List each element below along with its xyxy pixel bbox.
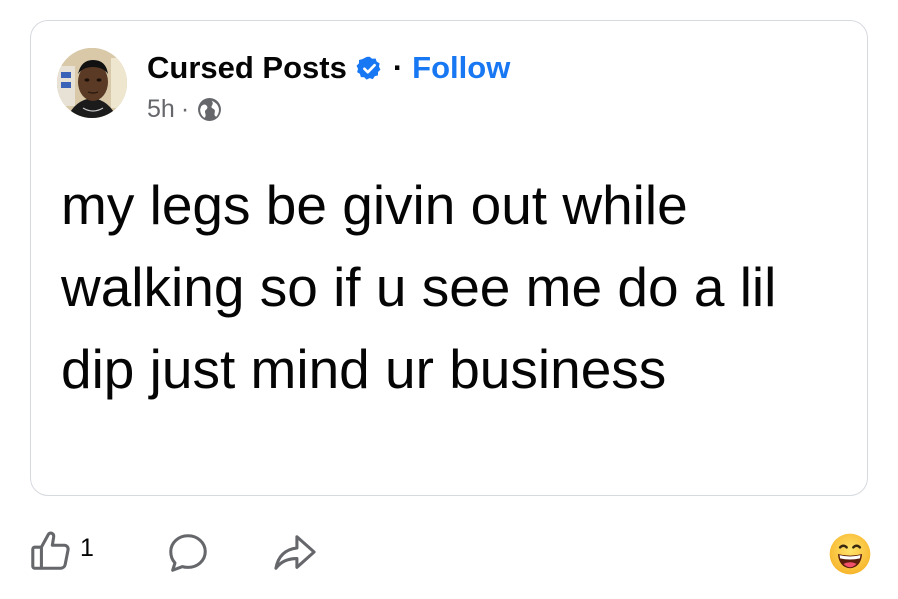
- post-text: my legs be givin out while walking so if…: [61, 174, 777, 400]
- timestamp[interactable]: 5h: [147, 95, 175, 124]
- verified-badge-icon: [356, 56, 381, 80]
- globe-icon[interactable]: [197, 97, 222, 122]
- comment-icon[interactable]: [165, 530, 211, 576]
- like-button[interactable]: 1: [28, 528, 94, 574]
- thumbs-up-icon: [31, 531, 70, 570]
- action-bar: 1: [0, 520, 898, 580]
- avatar-image: [57, 48, 127, 118]
- author-name[interactable]: Cursed Posts: [147, 49, 347, 87]
- grinning-emoji-icon[interactable]: [828, 532, 872, 576]
- follow-button[interactable]: Follow: [412, 49, 510, 87]
- avatar[interactable]: [57, 48, 127, 118]
- like-count: 1: [80, 533, 94, 562]
- share-icon[interactable]: [272, 532, 318, 574]
- author-row: Cursed Posts · Follow: [147, 49, 510, 87]
- post-meta: 5h ·: [147, 95, 222, 124]
- post-card: Cursed Posts · Follow 5h · my legs be gi…: [30, 20, 868, 496]
- separator-dot: ·: [392, 50, 404, 85]
- meta-separator: ·: [180, 95, 190, 123]
